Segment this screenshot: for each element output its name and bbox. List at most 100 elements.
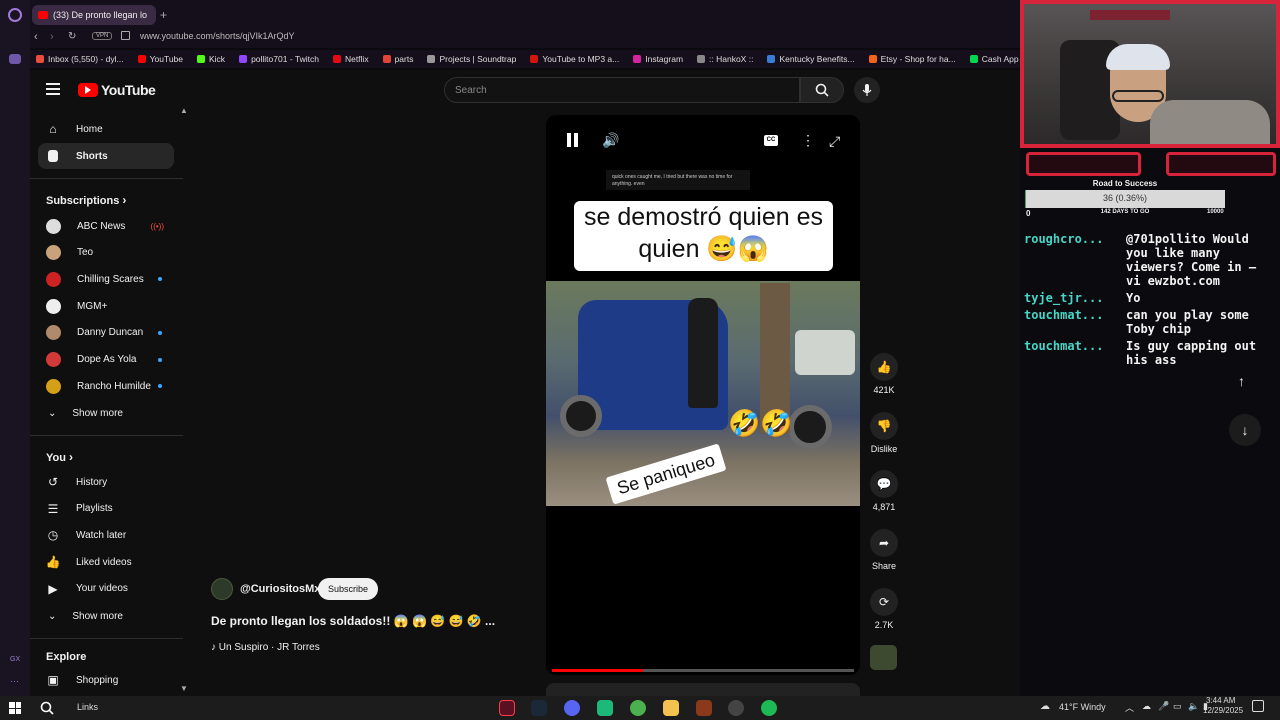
tab-active[interactable]: (33) De pronto llegan lo	[32, 5, 156, 25]
subscription-item[interactable]: Dope As Yola	[38, 347, 174, 373]
show-more-subscriptions[interactable]: ⌄ Show more	[38, 400, 174, 426]
clock-date[interactable]: 12/29/2025	[1203, 706, 1243, 715]
bookmark-item[interactable]: Instagram	[633, 54, 683, 64]
more-options-icon[interactable]: ⋮	[801, 133, 815, 147]
subscription-item[interactable]: Teo	[38, 240, 174, 266]
browser-sidebar: GX ···	[0, 0, 30, 696]
tab-bar	[30, 0, 1020, 28]
onedrive-icon[interactable]: ☁	[1142, 701, 1151, 712]
next-short-preview[interactable]	[546, 683, 860, 696]
bookmark-item[interactable]: parts	[382, 54, 413, 64]
bookmark-item[interactable]: pollito701 - Twitch	[239, 54, 319, 64]
search-input[interactable]: Search	[444, 77, 800, 103]
video-progress-track[interactable]	[552, 669, 854, 672]
subscription-item[interactable]: ABC News ((•))	[38, 213, 174, 239]
back-icon[interactable]: ‹	[34, 31, 38, 43]
bookmark-item[interactable]: Netflix	[332, 54, 369, 64]
gx-label-icon[interactable]: GX	[10, 656, 20, 663]
url-field[interactable]: www.youtube.com/shorts/qjVIk1ArQdY	[140, 31, 295, 41]
chat-username: touchmat...	[1024, 339, 1104, 353]
show-more-you[interactable]: ⌄ Show more	[38, 603, 174, 629]
channel-avatar[interactable]	[211, 578, 233, 600]
weather-text[interactable]: 41°F Windy	[1059, 702, 1106, 712]
sidebar-item-history[interactable]: ↺ History	[38, 469, 174, 495]
sidebar-item-watch-later[interactable]: ◷ Watch later	[38, 522, 174, 548]
notifications-icon[interactable]	[1252, 700, 1264, 712]
youtube-logo[interactable]: YouTube	[78, 82, 156, 98]
subscription-item[interactable]: MGM+	[38, 293, 174, 319]
game-taskbar-icon[interactable]	[696, 700, 712, 716]
webcam-frame	[1020, 0, 1280, 148]
pause-icon[interactable]	[567, 133, 579, 147]
like-button[interactable]: 👍 421K	[866, 353, 902, 395]
audio-track[interactable]: ♪ Un Suspiro · JR Torres	[211, 642, 320, 653]
search-icon[interactable]	[40, 701, 54, 715]
voice-search-button[interactable]	[854, 77, 880, 103]
bookmark-item[interactable]: YouTube to MP3 a...	[530, 54, 619, 64]
file-explorer-taskbar-icon[interactable]	[663, 700, 679, 716]
steam-taskbar-icon[interactable]	[531, 700, 547, 716]
you-header[interactable]: You ›	[46, 450, 73, 464]
youtube-favicon-icon	[38, 11, 48, 19]
scroll-down-icon[interactable]: ▼	[180, 684, 188, 693]
bookmark-item[interactable]: Inbox (5,550) - dyl...	[36, 54, 124, 64]
video-title[interactable]: De pronto llegan los soldados!! 😱 😱 😅 😅 …	[211, 614, 495, 628]
settings-taskbar-icon[interactable]	[728, 700, 744, 716]
forward-icon[interactable]: ›	[50, 31, 54, 43]
messenger-icon[interactable]	[9, 54, 21, 64]
spotify-taskbar-icon[interactable]	[761, 700, 777, 716]
clock-time[interactable]: 3:44 AM	[1206, 696, 1235, 705]
network-icon[interactable]: ▭	[1173, 701, 1182, 712]
tray-chevron-icon[interactable]: ︿	[1125, 701, 1134, 714]
audio-thumbnail[interactable]	[870, 645, 897, 670]
captions-icon[interactable]: CC	[764, 135, 778, 146]
more-icon[interactable]: ···	[10, 676, 19, 686]
bookmark-item[interactable]: Kentucky Benefits...	[767, 54, 855, 64]
discord-taskbar-icon[interactable]	[564, 700, 580, 716]
speaker-icon[interactable]: 🔈	[1188, 701, 1199, 712]
globe-taskbar-icon[interactable]	[630, 700, 646, 716]
channel-name[interactable]: @CuriositosMx	[240, 583, 320, 595]
bookmark-item[interactable]: :: HankoX ::	[697, 54, 753, 64]
sidebar-item-liked-videos[interactable]: 👍 Liked videos	[38, 549, 174, 575]
remix-button[interactable]: ⟳ 2.7K	[866, 587, 902, 630]
bookmark-item[interactable]: Kick	[197, 54, 225, 64]
bookmark-item[interactable]: Projects | Soundtrap	[427, 54, 516, 64]
windows-start-icon[interactable]	[9, 702, 21, 714]
menu-icon[interactable]	[46, 83, 60, 95]
volume-icon[interactable]: 🔊	[602, 132, 619, 149]
vpn-badge[interactable]: VPN	[92, 32, 113, 40]
divider	[30, 638, 183, 639]
microphone-tray-icon[interactable]: 🎤	[1158, 701, 1169, 712]
app-taskbar-icon[interactable]	[597, 700, 613, 716]
bookmark-item[interactable]: YouTube	[137, 54, 183, 64]
share-button[interactable]: ➦ Share	[866, 529, 902, 571]
scroll-down-button[interactable]: ↓	[1229, 414, 1261, 446]
playlists-icon: ☰	[47, 501, 59, 516]
subscription-item[interactable]: Chilling Scares	[38, 266, 174, 292]
subscribe-button[interactable]: Subscribe	[318, 578, 379, 600]
bookmark-item[interactable]: Cash App	[969, 54, 1019, 64]
opera-logo-icon[interactable]	[8, 8, 22, 22]
sidebar-item-shopping[interactable]: ▣ Shopping	[38, 667, 174, 693]
links-toolbar[interactable]: Links	[77, 702, 98, 712]
comments-button[interactable]: 💬 4,871	[866, 470, 902, 512]
fullscreen-icon[interactable]: ⤢	[829, 133, 840, 150]
opera-gx-taskbar-icon[interactable]	[499, 700, 515, 716]
dislike-button[interactable]: 👎 Dislike	[866, 411, 902, 454]
microphone-icon	[862, 84, 872, 96]
scroll-up-icon[interactable]: ▲	[180, 106, 188, 115]
bookmark-favicon-icon	[36, 55, 44, 63]
sidebar-item-shorts[interactable]: Shorts	[38, 143, 174, 169]
reload-icon[interactable]: ↻	[68, 31, 76, 42]
new-tab-icon[interactable]: +	[160, 8, 167, 22]
subscription-item[interactable]: Danny Duncan	[38, 320, 174, 346]
arrow-down-icon: ↓	[1241, 422, 1249, 438]
subscriptions-header[interactable]: Subscriptions ›	[46, 193, 126, 207]
search-button[interactable]	[800, 77, 844, 103]
sidebar-item-playlists[interactable]: ☰ Playlists	[38, 496, 174, 522]
sidebar-item-home[interactable]: ⌂ Home	[38, 116, 174, 142]
sidebar-item-your-videos[interactable]: ▶ Your videos	[38, 576, 174, 602]
subscription-item[interactable]: Rancho Humilde	[38, 373, 174, 399]
bookmark-item[interactable]: Etsy - Shop for ha...	[868, 54, 956, 64]
